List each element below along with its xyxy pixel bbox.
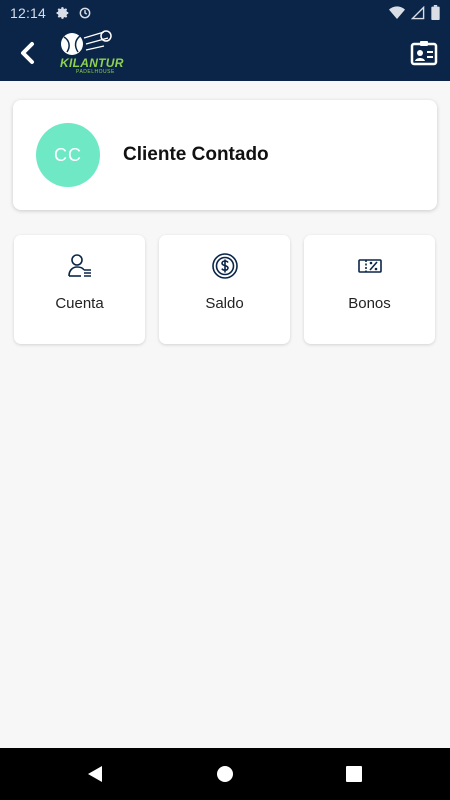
battery-icon xyxy=(431,5,440,20)
user-list-icon xyxy=(67,254,91,277)
logo-subtext: PADELHOUSE xyxy=(76,69,115,75)
home-circle-icon xyxy=(217,766,233,782)
sync-icon xyxy=(79,7,91,18)
app-bar: KILANTUR PADELHOUSE xyxy=(0,25,450,81)
coin-icon xyxy=(211,253,238,279)
kilantur-logo: KILANTUR PADELHOUSE xyxy=(56,28,123,78)
menu-tiles: Cuenta Saldo Bonos xyxy=(14,235,436,345)
profile-card: CC Cliente Contado xyxy=(13,100,437,210)
nav-back-button[interactable] xyxy=(84,762,108,786)
id-card-button[interactable] xyxy=(410,40,438,66)
nav-home-button[interactable] xyxy=(213,762,237,786)
wifi-icon xyxy=(389,5,405,19)
back-triangle-icon xyxy=(88,766,102,782)
gear-icon xyxy=(56,6,69,19)
status-bar: 12:14 xyxy=(0,0,450,25)
voucher-percent-icon xyxy=(357,259,382,273)
back-button[interactable] xyxy=(14,39,42,67)
nav-recents-button[interactable] xyxy=(342,762,366,786)
signal-icon xyxy=(411,5,425,19)
recents-square-icon xyxy=(346,766,362,782)
client-name: Cliente Contado xyxy=(123,144,269,165)
id-card-icon xyxy=(410,41,438,66)
tile-label: Saldo xyxy=(205,295,244,312)
chevron-left-icon xyxy=(21,42,34,64)
tile-bonos[interactable]: Bonos xyxy=(304,235,435,344)
status-time: 12:14 xyxy=(10,4,47,21)
logo-text: KILANTUR xyxy=(60,56,124,70)
tile-label: Cuenta xyxy=(55,295,104,312)
avatar: CC xyxy=(36,123,100,187)
tile-cuenta[interactable]: Cuenta xyxy=(14,235,145,344)
tile-label: Bonos xyxy=(348,295,391,312)
avatar-initials: CC xyxy=(54,144,82,165)
tile-saldo[interactable]: Saldo xyxy=(159,235,290,344)
system-nav-bar xyxy=(0,748,450,800)
